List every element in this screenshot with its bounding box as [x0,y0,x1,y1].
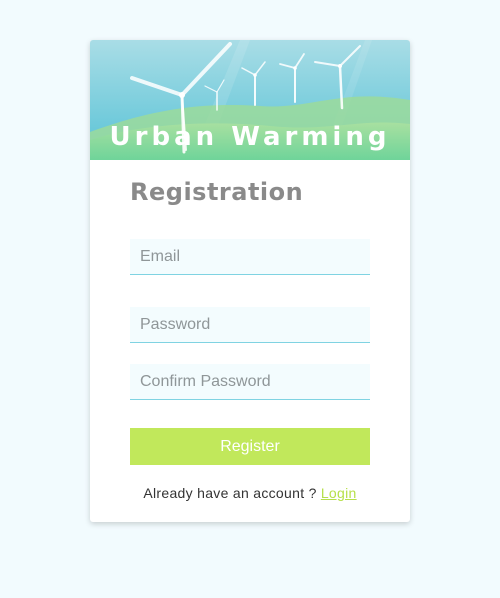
registration-card: Urban Warming Registration Register Alre… [90,40,410,522]
banner-title: Urban Warming [109,122,391,152]
login-prompt: Already have an account ? Login [90,485,410,501]
page-title: Registration [130,178,304,206]
password-field[interactable] [130,307,370,343]
login-prompt-text: Already have an account ? [143,485,321,501]
email-field[interactable] [130,239,370,275]
login-link[interactable]: Login [321,485,357,501]
banner: Urban Warming [90,40,410,160]
register-button[interactable]: Register [130,428,370,465]
confirm-password-field[interactable] [130,364,370,400]
